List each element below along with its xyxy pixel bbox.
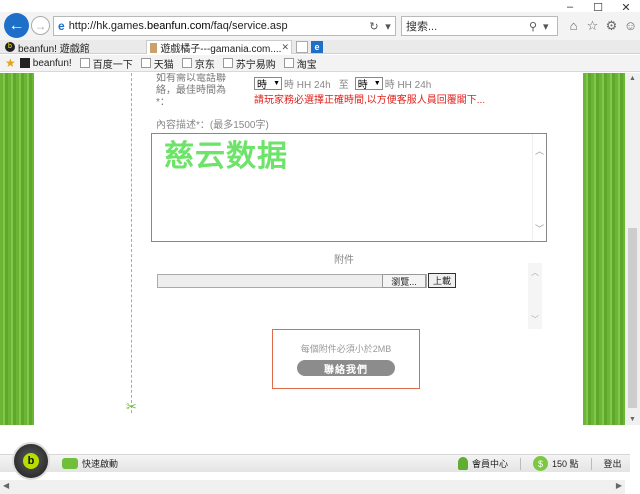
ie-tab-icon[interactable]: e	[311, 41, 323, 53]
page-viewport: ✂ 如有需以電話聯絡，最佳時間為*： 時 ▼ 時 HH 24h 至 時 ▼ 時 HH…	[0, 73, 625, 425]
chevron-up-icon[interactable]: ︿	[535, 144, 544, 157]
page-icon	[140, 58, 151, 68]
scroll-right-icon[interactable]: ▶	[616, 481, 622, 490]
beanfun-account-area: 會員中心 $ 150 點 登出	[458, 456, 634, 471]
attachment-scrollbar[interactable]: ︿ ﹀	[528, 263, 542, 329]
new-tab-button[interactable]	[296, 41, 308, 53]
search-input[interactable]: 搜索... ⚲ ▾	[401, 16, 558, 36]
scroll-thumb[interactable]	[628, 228, 637, 408]
vertical-scrollbar[interactable]: ▲ ▼	[625, 73, 640, 425]
home-icon[interactable]: ⌂	[566, 18, 581, 33]
description-label: 內容描述*：(最多1500字)	[156, 120, 269, 131]
favorites-star-icon[interactable]: ☆	[585, 18, 600, 33]
back-arrow-icon[interactable]: ←	[4, 13, 29, 38]
scroll-down-icon[interactable]: ▼	[629, 416, 636, 423]
favorite-baidu[interactable]: 百度一下	[79, 56, 133, 71]
separator	[520, 457, 522, 470]
points-coin-icon: $	[533, 456, 549, 471]
member-center-button[interactable]: 會員中心	[458, 457, 508, 470]
search-icon[interactable]: ⚲	[529, 20, 543, 33]
page-icon	[181, 58, 192, 68]
gamania-favicon-icon	[150, 42, 158, 53]
favorite-tmall[interactable]: 天猫	[140, 56, 174, 71]
chevron-up-icon[interactable]: ︿	[531, 267, 539, 278]
address-bar[interactable]: e http://hk.games.beanfun.com/faq/servic…	[53, 16, 396, 36]
chevron-down-icon[interactable]: ﹀	[535, 222, 544, 235]
scroll-up-icon[interactable]: ▲	[629, 75, 636, 82]
start-hour-select[interactable]: 時 ▼	[254, 77, 282, 91]
size-note: 每個附件必須小於2MB	[300, 344, 392, 354]
grass-border-left	[0, 73, 34, 425]
ie-page-icon: e	[58, 19, 65, 33]
logout-button[interactable]: 登出	[604, 457, 622, 470]
url-text[interactable]: http://hk.games.beanfun.com/faq/service.…	[69, 20, 367, 32]
grass-border-right	[583, 73, 625, 425]
page-icon	[283, 58, 294, 68]
upload-button[interactable]: 上載	[428, 273, 456, 288]
search-dropdown-icon[interactable]: ▾	[543, 20, 557, 33]
navigation-bar: ← → e http://hk.games.beanfun.com/faq/se…	[0, 12, 640, 40]
watermark-text: 慈云数据	[164, 140, 288, 173]
submit-box: 每個附件必須小於2MB 聯絡我們	[272, 329, 420, 389]
time-warning: 請玩家務必選擇正確時間,以方便客服人員回覆閣下...	[254, 95, 486, 106]
refresh-icon[interactable]: ↻	[367, 20, 381, 33]
quick-launch-button[interactable]: 快速啟動	[62, 457, 118, 470]
favorites-star-icon[interactable]: ★	[5, 56, 16, 70]
address-dropdown-icon[interactable]: ▾	[381, 20, 395, 33]
textarea-scrollbar[interactable]: ︿ ﹀	[532, 134, 546, 241]
horizontal-scrollbar[interactable]: ◀ ▶	[0, 480, 625, 494]
beanfun-toolbar: b 快速啟動 會員中心 $ 150 點 登出	[0, 425, 640, 480]
chevron-down-icon: ▼	[373, 80, 381, 87]
file-path-input[interactable]: 瀏覽...	[157, 274, 427, 288]
separator	[590, 457, 592, 470]
contact-time-row: 時 ▼ 時 HH 24h 至 時 ▼ 時 HH 24h	[254, 76, 437, 91]
chevron-down-icon[interactable]: ﹀	[531, 314, 539, 325]
contact-time-label: 如有需以電話聯絡，最佳時間為*：	[156, 73, 226, 108]
favorite-taobao[interactable]: 淘宝	[283, 56, 317, 71]
favorite-jd[interactable]: 京东	[181, 56, 215, 71]
favorite-suning[interactable]: 苏宁易购	[222, 56, 276, 71]
page-icon	[222, 58, 233, 68]
beanfun-favicon-icon	[19, 58, 30, 68]
tab-bar: b beanfun! 遊戲館 遊戲橘子---gamania.com.... ✕ …	[0, 40, 640, 54]
scroll-left-icon[interactable]: ◀	[3, 481, 9, 490]
tab-gamania[interactable]: 遊戲橘子---gamania.com.... ✕	[146, 40, 292, 54]
smiley-icon[interactable]: ☺	[623, 18, 638, 33]
end-hour-select[interactable]: 時 ▼	[354, 77, 383, 91]
service-form-panel: ✂ 如有需以電話聯絡，最佳時間為*： 時 ▼ 時 HH 24h 至 時 ▼ 時 HH…	[34, 73, 583, 425]
attachment-label: 附件	[334, 255, 354, 266]
scissors-icon: ✂	[126, 399, 137, 414]
favorites-bar: ★ beanfun! 百度一下 天猫 京东 苏宁易购 淘宝	[0, 55, 640, 72]
user-icon	[458, 457, 468, 470]
close-tab-icon[interactable]: ✕	[281, 42, 291, 53]
page-icon	[79, 58, 90, 68]
tab-beanfun[interactable]: b beanfun! 遊戲館	[2, 40, 142, 54]
contact-us-button[interactable]: 聯絡我們	[297, 360, 395, 376]
toolbar-icons: ⌂ ☆ ⚙ ☺	[566, 18, 638, 34]
beanfun-favicon-icon: b	[5, 42, 15, 52]
browse-button[interactable]: 瀏覽...	[382, 274, 426, 288]
favorite-beanfun[interactable]: beanfun!	[19, 58, 72, 69]
points-display[interactable]: $ 150 點	[533, 456, 579, 471]
gamepad-icon	[62, 458, 78, 469]
beanfun-logo-icon[interactable]: b	[12, 442, 50, 480]
chevron-down-icon: ▼	[273, 80, 280, 87]
gear-icon[interactable]: ⚙	[604, 18, 619, 33]
forward-arrow-icon[interactable]: →	[31, 16, 50, 35]
dashed-divider	[131, 73, 132, 413]
